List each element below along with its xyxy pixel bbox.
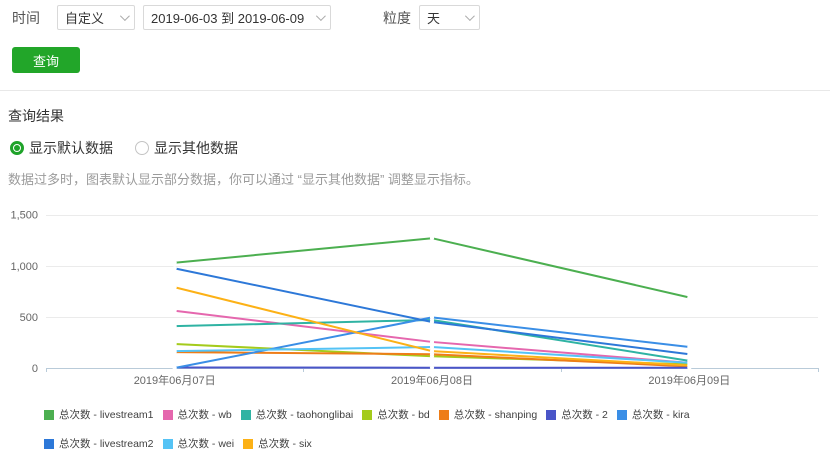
y-axis-labels: 0 500 1,000 1,500: [10, 210, 38, 375]
legend-label: 总次数 - shanping: [454, 407, 537, 422]
legend-item[interactable]: 总次数 - shanping: [439, 407, 537, 422]
legend-item[interactable]: 总次数 - taohonglibai: [241, 407, 353, 422]
legend-label: 总次数 - wb: [178, 407, 232, 422]
legend-swatch-icon: [617, 410, 627, 420]
legend-label: 总次数 - wei: [178, 436, 235, 451]
data-point-marker: [687, 363, 691, 367]
legend-label: 总次数 - 2: [561, 407, 608, 422]
x-axis-labels: 2019年06月07日 2019年06月08日 2019年06月09日: [134, 373, 731, 387]
legend-label: 总次数 - livestream2: [59, 436, 154, 451]
legend-swatch-icon: [241, 410, 251, 420]
data-point-marker: [173, 342, 177, 346]
legend-swatch-icon: [44, 439, 54, 449]
radio-other-label: 显示其他数据: [154, 138, 238, 158]
legend-swatch-icon: [546, 410, 556, 420]
chevron-down-icon: [120, 11, 130, 21]
data-point-marker: [687, 345, 691, 349]
legend-swatch-icon: [243, 439, 253, 449]
legend-swatch-icon: [362, 410, 372, 420]
section-divider: [0, 90, 830, 91]
legend-swatch-icon: [163, 439, 173, 449]
data-point-marker: [430, 349, 434, 353]
y-tick-label: 0: [32, 363, 38, 375]
data-point-marker: [173, 324, 177, 328]
chart-legend: 总次数 - livestream1 总次数 - wb 总次数 - taohongli…: [0, 407, 800, 465]
data-point-marker: [430, 320, 434, 324]
date-range-select[interactable]: 2019-06-03 到 2019-06-09: [143, 5, 331, 30]
legend-item[interactable]: 总次数 - wei: [163, 436, 235, 451]
legend-label: 总次数 - livestream1: [59, 407, 154, 422]
data-point-marker: [173, 309, 177, 313]
legend-label: 总次数 - bd: [377, 407, 430, 422]
legend-item[interactable]: 总次数 - livestream1: [44, 407, 154, 422]
data-point-marker: [687, 352, 691, 356]
data-point-marker: [430, 340, 434, 344]
legend-label: 总次数 - six: [258, 436, 312, 451]
data-point-marker: [430, 345, 434, 349]
y-tick-label: 1,000: [10, 261, 38, 273]
radio-show-default-data[interactable]: 显示默认数据: [10, 138, 113, 158]
time-preset-select[interactable]: 自定义: [57, 5, 135, 30]
radio-unselected-icon: [135, 141, 149, 155]
legend-item[interactable]: 总次数 - livestream2: [44, 436, 154, 451]
granularity-value: 天: [427, 8, 440, 27]
chevron-down-icon: [316, 11, 326, 21]
legend-item[interactable]: 总次数 - kira: [617, 407, 690, 422]
radio-default-label: 显示默认数据: [29, 138, 113, 158]
y-tick-label: 1,500: [10, 210, 38, 222]
data-point-marker: [430, 366, 434, 370]
data-hint-text: 数据过多时，图表默认显示部分数据，你可以通过 “显示其他数据” 调整显示指标。: [8, 169, 830, 188]
chevron-down-icon: [465, 11, 475, 21]
x-tick-label: 2019年06月07日: [134, 373, 216, 387]
data-point-marker: [173, 266, 177, 270]
granularity-label: 粒度: [383, 8, 411, 28]
radio-show-other-data[interactable]: 显示其他数据: [135, 138, 238, 158]
time-label: 时间: [12, 8, 40, 28]
display-mode-radio-group: 显示默认数据 显示其他数据: [10, 138, 830, 158]
legend-item[interactable]: 总次数 - six: [243, 436, 312, 451]
filter-bar: 时间 自定义 2019-06-03 到 2019-06-09 粒度 天: [0, 0, 830, 30]
legend-item[interactable]: 总次数 - bd: [362, 407, 430, 422]
x-tick-label: 2019年06月09日: [648, 373, 730, 387]
legend-label: 总次数 - kira: [632, 407, 690, 422]
data-point-marker: [430, 236, 434, 240]
radio-selected-icon: [10, 141, 24, 155]
granularity-select[interactable]: 天: [419, 5, 480, 30]
legend-swatch-icon: [44, 410, 54, 420]
line-chart: 05001,0001,5002019年06月07日2019年06月08日2019…: [0, 201, 830, 401]
legend-item[interactable]: 总次数 - wb: [163, 407, 232, 422]
data-point-marker: [430, 315, 434, 319]
legend-swatch-icon: [163, 410, 173, 420]
legend-label: 总次数 - taohonglibai: [256, 407, 353, 422]
data-point-marker: [173, 285, 177, 289]
data-point-marker: [173, 366, 177, 370]
data-point-marker: [173, 349, 177, 353]
y-tick-label: 500: [20, 312, 38, 324]
legend-swatch-icon: [439, 410, 449, 420]
chart-area: 05001,0001,5002019年06月07日2019年06月08日2019…: [0, 201, 830, 406]
series-lines: [173, 236, 692, 370]
time-preset-value: 自定义: [65, 8, 104, 27]
data-point-marker: [173, 261, 177, 265]
x-tick-label: 2019年06月08日: [391, 373, 473, 387]
date-range-value: 2019-06-03 到 2019-06-09: [151, 8, 304, 27]
results-section-title: 查询结果: [8, 106, 830, 126]
data-point-marker: [687, 295, 691, 299]
series-line: [175, 238, 690, 297]
legend-item[interactable]: 总次数 - 2: [546, 407, 608, 422]
query-button[interactable]: 查询: [12, 47, 80, 73]
